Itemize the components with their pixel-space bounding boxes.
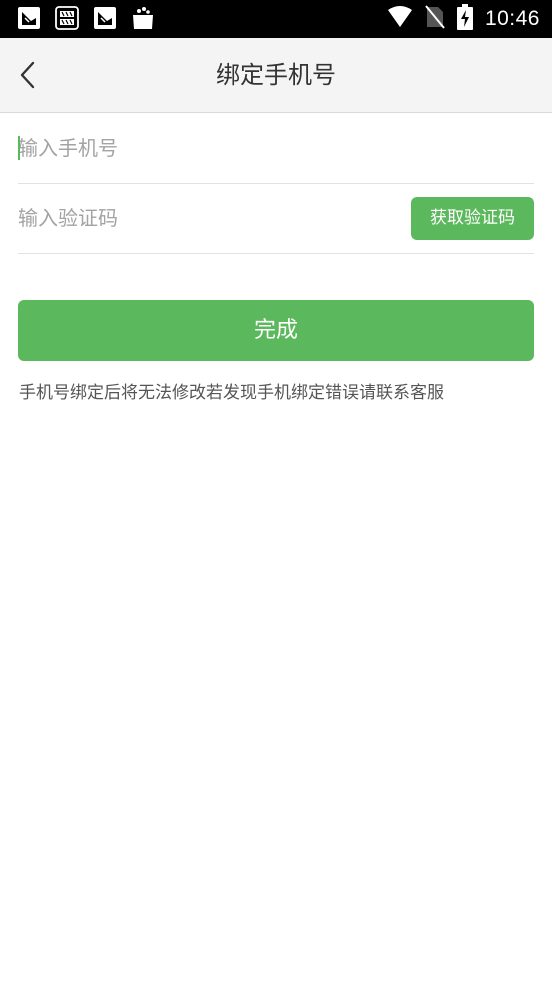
text-cursor — [18, 136, 20, 160]
phone-input[interactable] — [18, 113, 534, 183]
app-header: 绑定手机号 — [0, 38, 552, 113]
verification-code-input[interactable] — [18, 183, 398, 253]
notification-app-icon — [92, 5, 118, 31]
battery-charging-icon — [456, 4, 473, 34]
shopping-bag-icon — [130, 5, 156, 31]
binding-notice-text: 手机号绑定后将无法修改若发现手机绑定错误请联系客服 — [19, 383, 444, 403]
page-title: 绑定手机号 — [216, 61, 336, 89]
submit-button[interactable]: 完成 — [18, 300, 534, 361]
notification-app-icon — [16, 5, 42, 31]
get-code-button[interactable]: 获取验证码 — [411, 197, 534, 240]
game-app-icon — [54, 5, 80, 31]
wifi-icon — [387, 6, 413, 32]
status-bar: 10:46 — [0, 0, 552, 38]
status-bar-notifications — [16, 5, 156, 31]
status-bar-system: 10:46 — [387, 4, 540, 34]
no-sim-icon — [425, 5, 445, 33]
phone-field-row — [18, 113, 534, 184]
status-time: 10:46 — [484, 7, 540, 30]
code-field-row: 获取验证码 — [18, 183, 534, 254]
